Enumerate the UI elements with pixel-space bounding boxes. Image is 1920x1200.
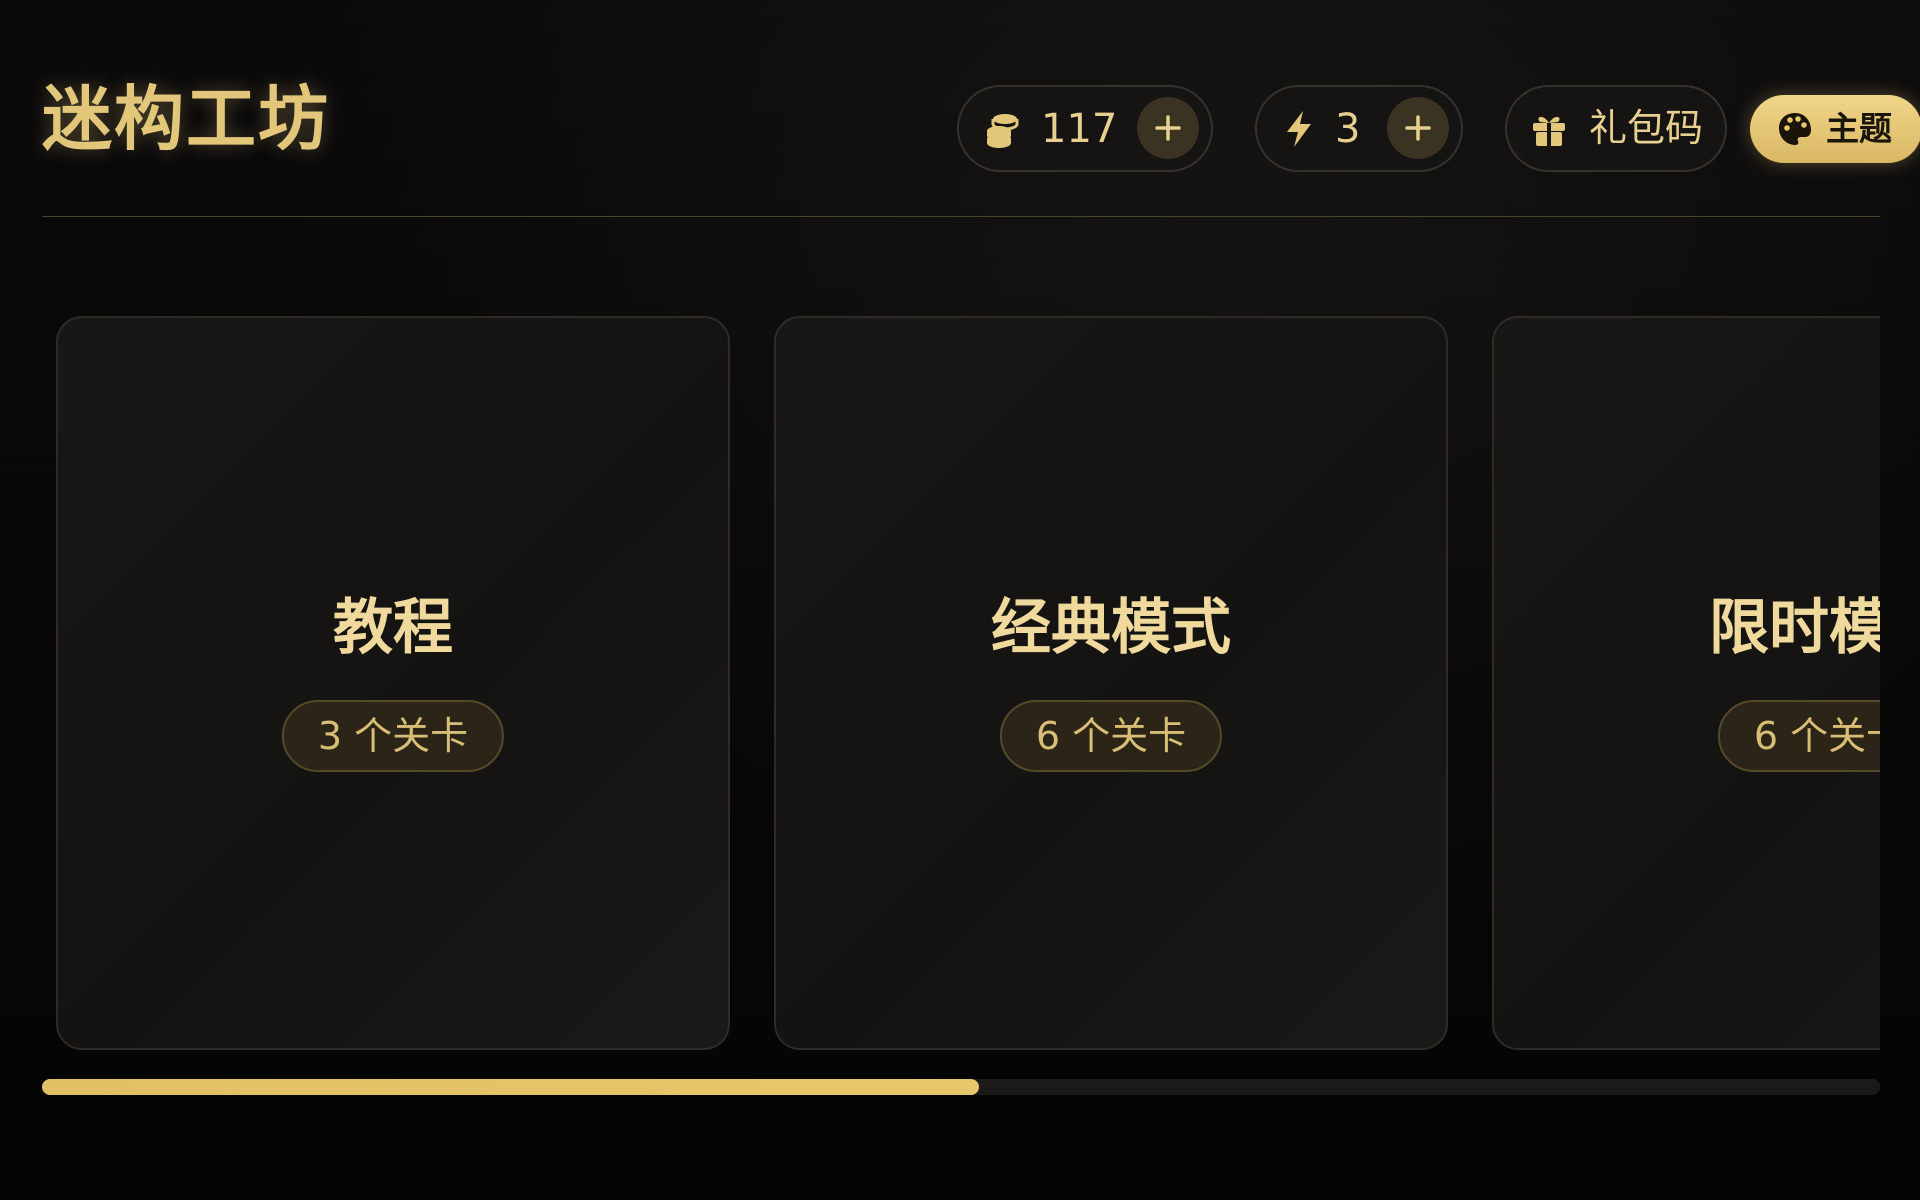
mode-card-classic[interactable]: 经典模式 6 个关卡 xyxy=(774,316,1448,1050)
theme-button[interactable]: 主题 xyxy=(1750,95,1920,163)
level-count-badge: 6 个关卡 xyxy=(1717,700,1880,772)
theme-label: 主题 xyxy=(1826,109,1892,148)
header-bar: 迷构工坊 117 3 礼包码 主题 xyxy=(42,0,1920,217)
lightning-icon xyxy=(1281,109,1317,149)
gift-icon xyxy=(1529,109,1569,149)
palette-icon xyxy=(1776,110,1814,152)
energy-counter: 3 xyxy=(1255,85,1463,172)
scrollbar-thumb[interactable] xyxy=(42,1079,980,1095)
app-root: 迷构工坊 117 3 礼包码 主题 教程 3 个关卡 经典模式 6 个关卡 限时… xyxy=(0,0,1920,1200)
coins-icon xyxy=(983,109,1023,149)
gift-code-button[interactable]: 礼包码 xyxy=(1505,85,1727,172)
plus-icon xyxy=(1155,115,1181,141)
level-count-badge: 6 个关卡 xyxy=(999,700,1223,772)
plus-icon xyxy=(1405,115,1431,141)
coins-counter: 117 xyxy=(957,85,1213,172)
mode-cards-track: 教程 3 个关卡 经典模式 6 个关卡 限时模式 6 个关卡 xyxy=(56,316,1880,1050)
mode-carousel[interactable]: 教程 3 个关卡 经典模式 6 个关卡 限时模式 6 个关卡 xyxy=(56,316,1880,1052)
mode-title: 教程 xyxy=(333,593,453,663)
mode-card-timed[interactable]: 限时模式 6 个关卡 xyxy=(1492,316,1880,1050)
coins-value: 117 xyxy=(1041,106,1118,152)
mode-card-tutorial[interactable]: 教程 3 个关卡 xyxy=(56,316,730,1050)
level-count-badge: 3 个关卡 xyxy=(281,700,505,772)
add-energy-button[interactable] xyxy=(1387,97,1449,159)
mode-title: 限时模式 xyxy=(1709,593,1880,663)
add-coins-button[interactable] xyxy=(1137,97,1199,159)
app-title: 迷构工坊 xyxy=(42,78,330,160)
energy-value: 3 xyxy=(1335,106,1361,152)
mode-title: 经典模式 xyxy=(991,593,1231,663)
gift-code-label: 礼包码 xyxy=(1589,106,1704,150)
carousel-scrollbar[interactable] xyxy=(42,1079,1880,1095)
